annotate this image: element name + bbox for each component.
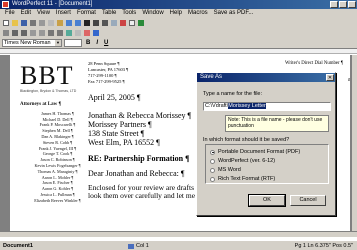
underline-icon[interactable]: [101, 19, 109, 27]
font-name-value: Times New Roman: [4, 40, 51, 46]
save-icon[interactable]: [20, 19, 28, 27]
radio-selected-icon[interactable]: [210, 149, 215, 155]
cancel-button[interactable]: Cancel: [290, 195, 326, 206]
format-option-wordperfect[interactable]: WordPerfect (ver. 6-12): [210, 158, 275, 164]
bold-icon[interactable]: [83, 19, 91, 27]
indent-icon[interactable]: [29, 29, 37, 37]
status-document-name[interactable]: Document1: [3, 241, 33, 250]
menu-format[interactable]: Format: [74, 9, 99, 18]
filename-prompt: Type a name for the file:: [203, 91, 263, 97]
menu-insert[interactable]: Insert: [53, 9, 74, 18]
bold-button[interactable]: B: [84, 40, 92, 46]
attorney-heading: Attorneys at Law ¶: [20, 102, 62, 107]
main-toolbar: [0, 18, 357, 28]
vertical-scrollbar[interactable]: [351, 55, 357, 231]
partially-hidden-text: able: [348, 77, 350, 83]
columns-icon[interactable]: [38, 29, 46, 37]
outline-icon[interactable]: [2, 29, 10, 37]
menu-help[interactable]: Help: [167, 9, 185, 18]
italic-icon[interactable]: [92, 19, 100, 27]
hyperlink-icon[interactable]: [92, 29, 100, 37]
format-option-pdf[interactable]: Portable Document Format (PDF): [210, 149, 300, 155]
status-bar: Document1 Col 1 Pg 1 Ln 6.375" Pos 0.5": [0, 240, 357, 250]
radio-icon[interactable]: [210, 158, 215, 164]
column-icon: [128, 243, 134, 249]
format-option-msword[interactable]: MS Word: [210, 167, 241, 173]
numbering-icon[interactable]: [20, 29, 28, 37]
status-column: Col 1: [128, 241, 149, 250]
chart-icon[interactable]: [119, 19, 127, 27]
redo-icon[interactable]: [74, 19, 82, 27]
dialog-close-icon[interactable]: ✕: [326, 74, 334, 81]
status-position: Pg 1 Ln 6.375" Pos 0.5": [294, 243, 353, 249]
ok-button[interactable]: OK: [248, 194, 286, 207]
window-controls: [330, 1, 356, 8]
menu-view[interactable]: View: [34, 9, 53, 18]
underline-button[interactable]: U: [102, 40, 110, 46]
ruler[interactable]: [0, 49, 357, 54]
menu-edit[interactable]: Edit: [18, 9, 34, 18]
table-icon[interactable]: [110, 19, 118, 27]
print-icon[interactable]: [29, 19, 37, 27]
menu-file[interactable]: File: [2, 9, 18, 18]
menu-table[interactable]: Table: [99, 9, 119, 18]
zoom-icon[interactable]: [128, 19, 136, 27]
textbox-icon[interactable]: [74, 29, 82, 37]
format-prompt: In which format should it be saved?: [203, 137, 290, 143]
maximize-button[interactable]: [339, 1, 347, 8]
font-name-dropdown[interactable]: Times New Roman ▼: [2, 39, 62, 47]
undo-icon[interactable]: [65, 19, 73, 27]
filename-input[interactable]: C:\Vdraft\Morissey Letter: [203, 102, 331, 111]
radio-icon[interactable]: [210, 176, 215, 182]
justify-icon[interactable]: [47, 29, 55, 37]
image-icon[interactable]: [65, 29, 73, 37]
shape-icon[interactable]: [83, 29, 91, 37]
new-icon[interactable]: [2, 19, 10, 27]
horizontal-scrollbar[interactable]: [0, 231, 357, 237]
property-toolbar: [0, 28, 357, 38]
attorney-list: Attorneys at Law ¶ James H. Thomas ¶ Mic…: [20, 102, 95, 204]
menu-window[interactable]: Window: [139, 9, 166, 18]
minimize-button[interactable]: [330, 1, 338, 8]
paste-icon[interactable]: [56, 19, 64, 27]
line-spacing-icon[interactable]: [56, 29, 64, 37]
firm-logo: BBT Blackington, Brydon & Thomas, LTD: [20, 63, 85, 95]
menu-bar: File Edit View Insert Format Table Tools…: [0, 9, 357, 18]
close-button[interactable]: [348, 1, 356, 8]
attorney-name: Elizabeth Reeves Winkler ¶: [34, 197, 81, 203]
filename-note: Note: This is a file name - please don't…: [225, 115, 329, 132]
menu-tools[interactable]: Tools: [119, 9, 139, 18]
wordperfect-app-icon[interactable]: [2, 1, 9, 8]
dialog-titlebar: Save As ✕: [197, 73, 335, 82]
open-icon[interactable]: [11, 19, 19, 27]
bullets-icon[interactable]: [11, 29, 19, 37]
format-option-rtf[interactable]: Rich Text Format (RTF): [210, 176, 275, 182]
firm-name: Blackington, Brydon & Thomas, LTD: [20, 89, 77, 93]
dialog-title: Save As: [200, 74, 223, 80]
menu-macros[interactable]: Macros: [185, 9, 211, 18]
font-size-dropdown[interactable]: [64, 39, 82, 47]
save-as-dialog: Save As ✕ Type a name for the file: C:\V…: [196, 72, 336, 216]
font-toolbar: Times New Roman ▼ B I U: [0, 38, 357, 49]
cut-icon[interactable]: [38, 19, 46, 27]
italic-button[interactable]: I: [94, 40, 100, 46]
filename-value: Morissey Letter: [228, 103, 266, 109]
help-icon[interactable]: [137, 19, 145, 27]
radio-icon[interactable]: [210, 167, 215, 173]
filename-path: C:\Vdraft\: [205, 103, 229, 109]
copy-icon[interactable]: [47, 19, 55, 27]
chevron-down-icon[interactable]: ▼: [55, 40, 61, 46]
window-titlebar: WordPerfect 11 - [Document1]: [0, 0, 357, 9]
menu-save-as-pdf[interactable]: Save as PDF...: [211, 9, 257, 18]
window-title: WordPerfect 11 - [Document1]: [12, 1, 93, 7]
